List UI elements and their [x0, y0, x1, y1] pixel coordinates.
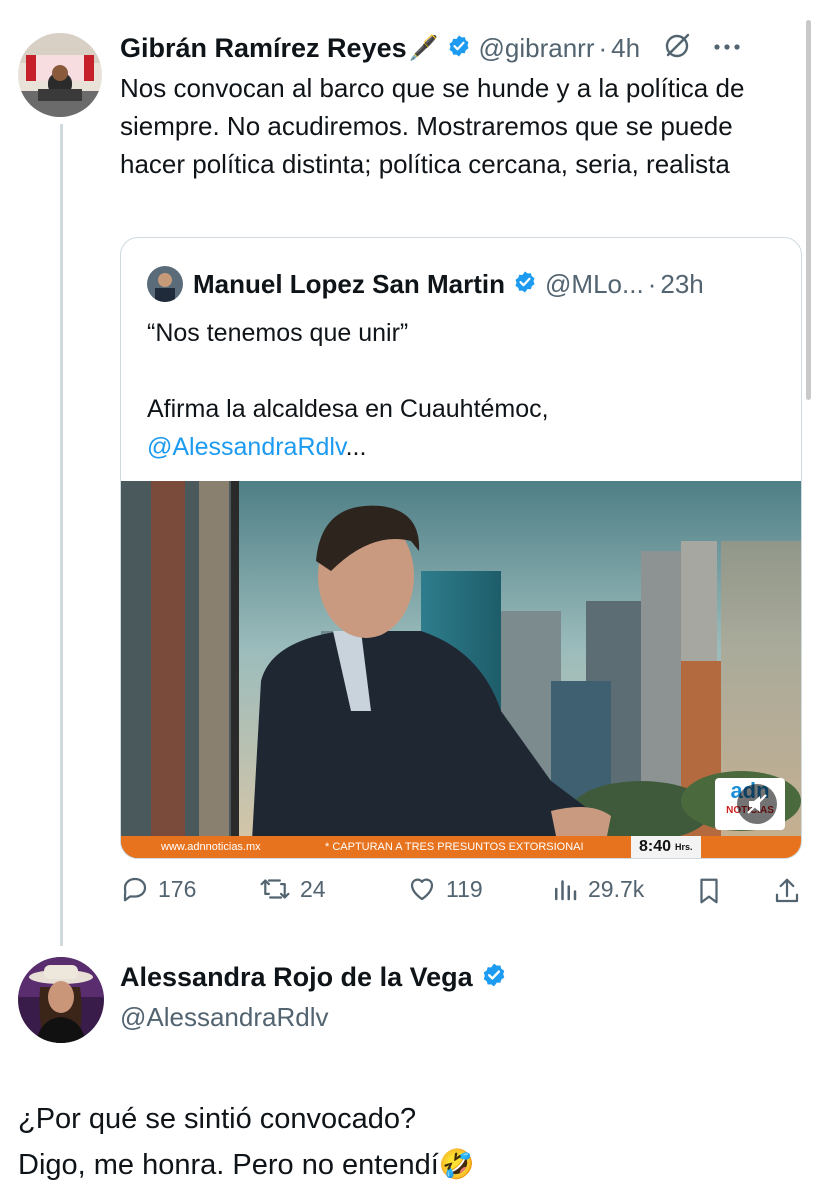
video-thumbnail [121, 481, 801, 858]
pen-emoji-icon: 🖋️ [408, 34, 439, 62]
quoted-tweet-line2: Afirma la alcaldesa en Cuauhtémoc, [147, 395, 549, 423]
mention-link[interactable]: @AlessandraRdlv [147, 433, 346, 461]
quoted-tweet-video[interactable]: adn NOTICIAS www.adnnoticias.mx * CAPTUR… [121, 481, 801, 858]
views-button[interactable]: 29.7k [550, 874, 644, 904]
views-bar-chart-icon [555, 880, 577, 901]
quoted-tweet-card[interactable]: Manuel Lopez San Martin @MLo... · 23h “N… [120, 237, 802, 859]
quoted-author-avatar[interactable] [147, 266, 183, 302]
author-handle[interactable]: @gibranrr [479, 33, 595, 64]
dot-separator: · [598, 32, 608, 63]
main-tweet-header: Gibrán Ramírez Reyes 🖋️ @gibranrr · 4h [120, 28, 810, 68]
like-button[interactable]: 119 [406, 874, 483, 904]
like-count: 119 [446, 875, 483, 902]
ticker-clock: 8:40 Hrs. [631, 836, 701, 858]
reply-text-line2: Digo, me honra. Pero no entendí🤣 [18, 1149, 475, 1181]
quoted-tweet-line3: @AlessandraRdlv... [147, 428, 366, 466]
reply-icon [123, 877, 147, 902]
quoted-tweet-time[interactable]: 23h [660, 269, 703, 300]
laughing-emoji-icon: 🤣 [438, 1149, 475, 1181]
ticker-headline: * CAPTURAN A TRES PRESUNTOS EXTORSIONAI [325, 841, 584, 853]
ticker-website: www.adnnoticias.mx [161, 841, 261, 853]
reply-author-handle[interactable]: @AlessandraRdlv [120, 1002, 328, 1033]
bookmark-icon [700, 878, 718, 904]
mute-button[interactable] [737, 784, 777, 824]
author-avatar[interactable] [18, 33, 102, 117]
scrollbar[interactable] [806, 20, 811, 400]
tweet-time[interactable]: 4h [611, 33, 640, 64]
quoted-tweet-line1: “Nos tenemos que unir” [147, 319, 409, 347]
retweet-icon [260, 879, 290, 899]
verified-badge-icon [447, 34, 471, 63]
grok-slash-icon[interactable] [662, 31, 692, 66]
reply-header: Alessandra Rojo de la Vega [120, 962, 507, 993]
thread-connector-line [60, 124, 63, 946]
reply-text: ¿Por qué se sintió convocado? Digo, me h… [18, 1096, 475, 1188]
main-tweet-text: Nos convocan al barco que se hunde y a l… [120, 73, 745, 179]
dot-separator: · [647, 268, 657, 299]
quoted-tweet-header: Manuel Lopez San Martin @MLo... · 23h [147, 266, 704, 302]
reply-author-avatar[interactable] [18, 957, 104, 1043]
reply-count: 176 [158, 875, 197, 902]
views-count: 29.7k [588, 875, 645, 902]
news-ticker: www.adnnoticias.mx * CAPTURAN A TRES PRE… [121, 836, 801, 858]
share-button[interactable] [772, 876, 802, 911]
retweet-count: 24 [300, 875, 326, 902]
share-icon [775, 878, 799, 903]
ellipsis: ... [345, 433, 367, 461]
bookmark-button[interactable] [694, 876, 724, 911]
verified-badge-icon [513, 270, 537, 299]
action-bar: 176 24 119 29.7k [120, 872, 810, 912]
reply-author-name[interactable]: Alessandra Rojo de la Vega [120, 962, 473, 993]
muted-speaker-icon [747, 794, 767, 814]
heart-icon [410, 878, 434, 901]
reply-text-line1: ¿Por qué se sintió convocado? [18, 1103, 417, 1135]
verified-badge-icon [481, 962, 507, 993]
reply-button[interactable]: 176 [120, 874, 196, 904]
author-name[interactable]: Gibrán Ramírez Reyes [120, 33, 407, 64]
retweet-button[interactable]: 24 [258, 874, 326, 904]
more-options-icon[interactable] [712, 39, 742, 57]
quoted-author-name[interactable]: Manuel Lopez San Martin [193, 269, 505, 300]
quoted-author-handle[interactable]: @MLo... [545, 269, 644, 300]
